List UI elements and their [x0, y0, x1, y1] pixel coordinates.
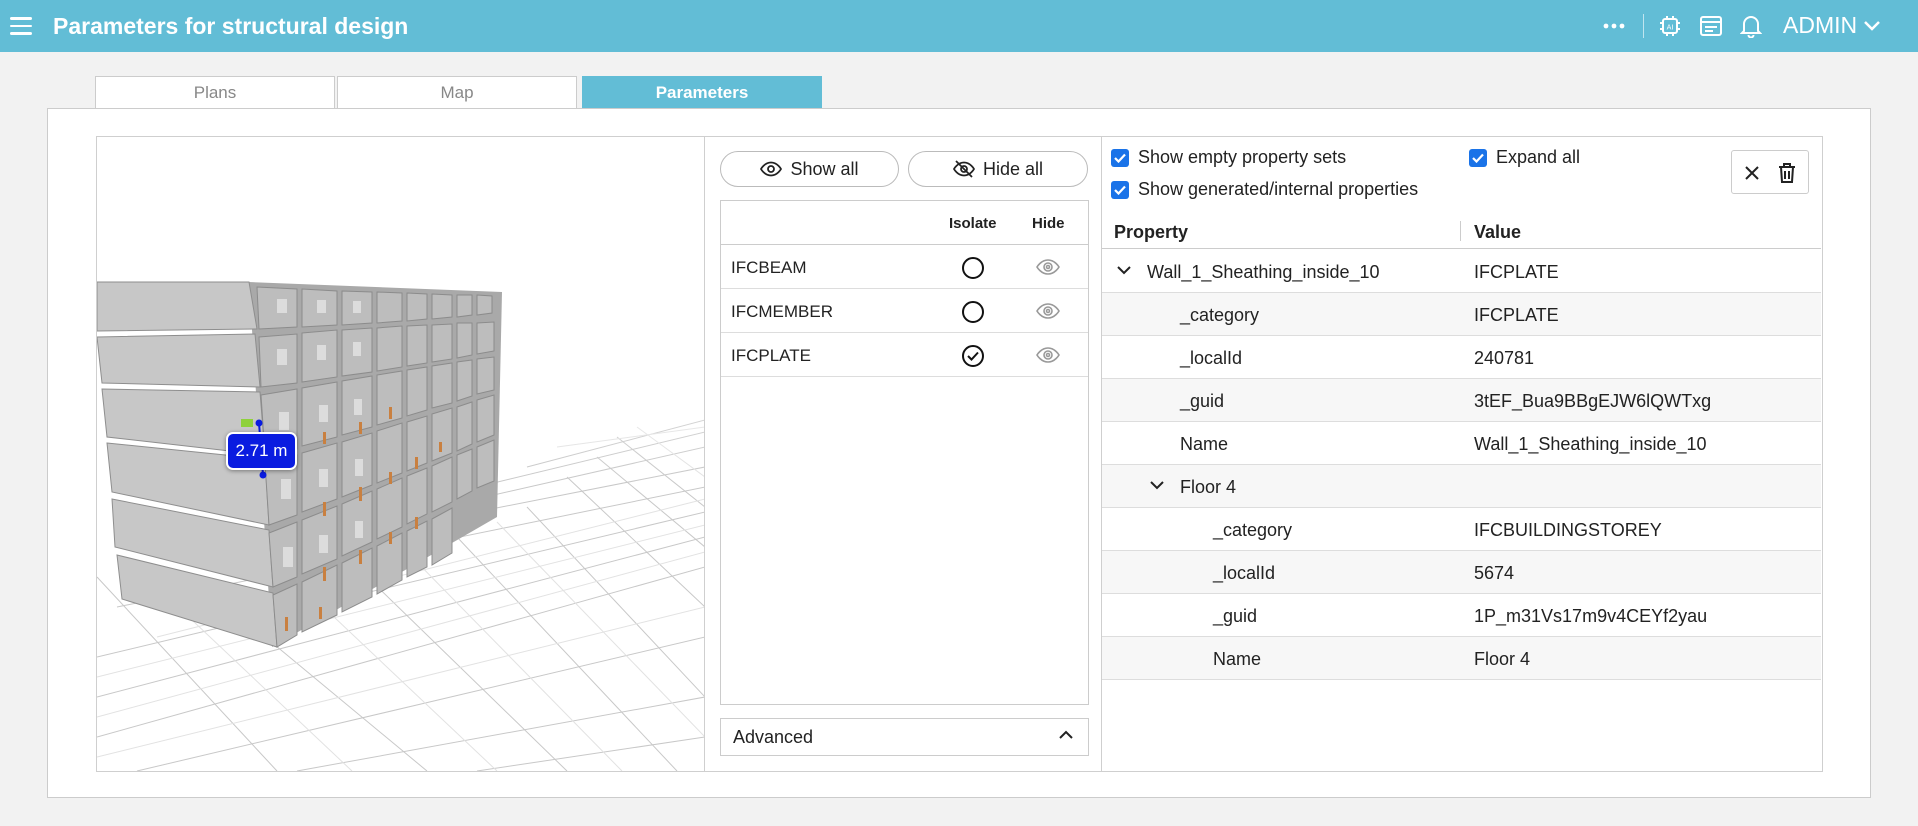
svg-text:AI: AI [1667, 24, 1674, 32]
expand-all-label: Expand all [1496, 147, 1581, 167]
property-value: IFCPLATE [1474, 262, 1559, 282]
category-name: IFCMEMBER [731, 302, 833, 321]
model-viewer-3d[interactable] [97, 137, 705, 771]
property-key: _category [1213, 520, 1293, 540]
column-isolate: Isolate [949, 215, 997, 232]
property-key: _localId [1213, 563, 1276, 583]
trash-icon[interactable] [1774, 160, 1800, 186]
column-value: Value [1474, 222, 1522, 242]
property-group-row[interactable]: Floor 4 [1102, 465, 1821, 508]
property-key: Name [1213, 649, 1262, 669]
property-key: _localId [1180, 348, 1243, 368]
property-row[interactable]: _guid 3tEF_Bua9BBgEJW6lQWTxg [1102, 379, 1821, 422]
building-model [97, 281, 704, 771]
tab-plans[interactable]: Plans [95, 76, 335, 108]
tab-parameters[interactable]: Parameters [582, 76, 822, 108]
checkbox-checked [1469, 148, 1487, 167]
app-header: Parameters for structural design AI ADMI… [0, 0, 1918, 52]
category-row: IFCBEAM [721, 245, 1088, 289]
tab-map[interactable]: Map [337, 76, 577, 108]
isolate-radio-checked[interactable] [962, 345, 984, 367]
property-key: _guid [1213, 606, 1258, 626]
hide-all-label: Hide all [982, 158, 1044, 179]
more-icon[interactable] [1601, 13, 1627, 39]
property-value: Floor 4 [1474, 649, 1531, 669]
chevron-down-icon [1864, 20, 1881, 31]
property-row[interactable]: _guid 1P_m31Vs17m9v4CEYf2yau [1102, 594, 1821, 637]
show-generated-properties-checkbox[interactable]: Show generated/internal properties [1111, 179, 1418, 200]
checkbox-checked [1111, 180, 1129, 199]
property-value: 1P_m31Vs17m9v4CEYf2yau [1474, 606, 1708, 626]
property-row[interactable]: _category IFCPLATE [1102, 293, 1821, 336]
column-property: Property [1114, 222, 1189, 242]
eye-icon[interactable] [1035, 300, 1061, 322]
advanced-toggle[interactable]: Advanced [720, 718, 1089, 756]
show-generated-label: Show generated/internal properties [1138, 179, 1419, 199]
property-key: _category [1180, 305, 1260, 325]
close-icon[interactable] [1739, 160, 1765, 186]
isolate-radio[interactable] [962, 257, 984, 279]
category-row: IFCPLATE [721, 333, 1088, 377]
property-row[interactable]: Name Wall_1_Sheathing_inside_10 [1102, 422, 1821, 465]
property-row[interactable]: _localId 5674 [1102, 551, 1821, 594]
category-name: IFCPLATE [731, 346, 811, 365]
property-row[interactable]: Wall_1_Sheathing_inside_10 IFCPLATE [1102, 250, 1821, 293]
toolbar-divider [1643, 14, 1644, 38]
advanced-label: Advanced [733, 726, 814, 747]
isolate-radio[interactable] [962, 301, 984, 323]
property-value: IFCBUILDINGSTOREY [1474, 520, 1662, 540]
eye-off-icon [952, 160, 975, 178]
hide-all-button[interactable]: Hide all [908, 151, 1088, 187]
chevron-down-icon[interactable] [1116, 264, 1132, 276]
category-table: Isolate Hide IFCBEAM IFCMEMBER IFCPLATE [720, 200, 1089, 705]
property-table-header: Property Value [1102, 211, 1821, 249]
property-row[interactable]: Name Floor 4 [1102, 637, 1821, 680]
bell-icon[interactable] [1738, 13, 1764, 39]
eye-icon[interactable] [1035, 256, 1061, 278]
measurement-label[interactable]: 2.71 m [226, 432, 297, 470]
property-row[interactable]: _category IFCBUILDINGSTOREY [1102, 508, 1821, 551]
category-name: IFCBEAM [731, 258, 807, 277]
hamburger-menu-icon[interactable] [10, 13, 36, 39]
property-value: 240781 [1474, 348, 1535, 368]
column-hide: Hide [1032, 215, 1065, 232]
property-key: Wall_1_Sheathing_inside_10 [1147, 262, 1380, 282]
property-actions [1731, 150, 1809, 194]
category-row: IFCMEMBER [721, 289, 1088, 333]
expand-all-checkbox[interactable]: Expand all [1469, 147, 1580, 168]
property-value: 3tEF_Bua9BBgEJW6lQWTxg [1474, 391, 1712, 411]
property-key: _guid [1180, 391, 1225, 411]
column-divider[interactable] [1460, 221, 1461, 241]
news-icon[interactable] [1698, 13, 1724, 39]
chevron-up-icon [1059, 730, 1073, 739]
property-row[interactable]: _localId 240781 [1102, 336, 1821, 379]
property-key: Floor 4 [1180, 477, 1237, 497]
page-title: Parameters for structural design [53, 13, 409, 39]
show-all-button[interactable]: Show all [720, 151, 899, 187]
checkbox-checked [1111, 148, 1129, 167]
category-table-header: Isolate Hide [721, 201, 1088, 245]
property-value: Wall_1_Sheathing_inside_10 [1474, 434, 1707, 454]
ai-chip-icon[interactable]: AI [1657, 13, 1683, 39]
chevron-down-icon[interactable] [1149, 479, 1165, 491]
show-empty-label: Show empty property sets [1138, 147, 1347, 167]
show-all-label: Show all [790, 158, 859, 179]
eye-icon [760, 161, 783, 177]
show-empty-property-sets-checkbox[interactable]: Show empty property sets [1111, 147, 1346, 168]
eye-icon[interactable] [1035, 344, 1061, 366]
check-icon [967, 351, 979, 361]
property-value: IFCPLATE [1474, 305, 1559, 325]
property-value: 5674 [1474, 563, 1515, 583]
user-name: ADMIN [1783, 12, 1858, 38]
user-menu[interactable]: ADMIN [1783, 12, 1881, 39]
property-key: Name [1180, 434, 1229, 454]
